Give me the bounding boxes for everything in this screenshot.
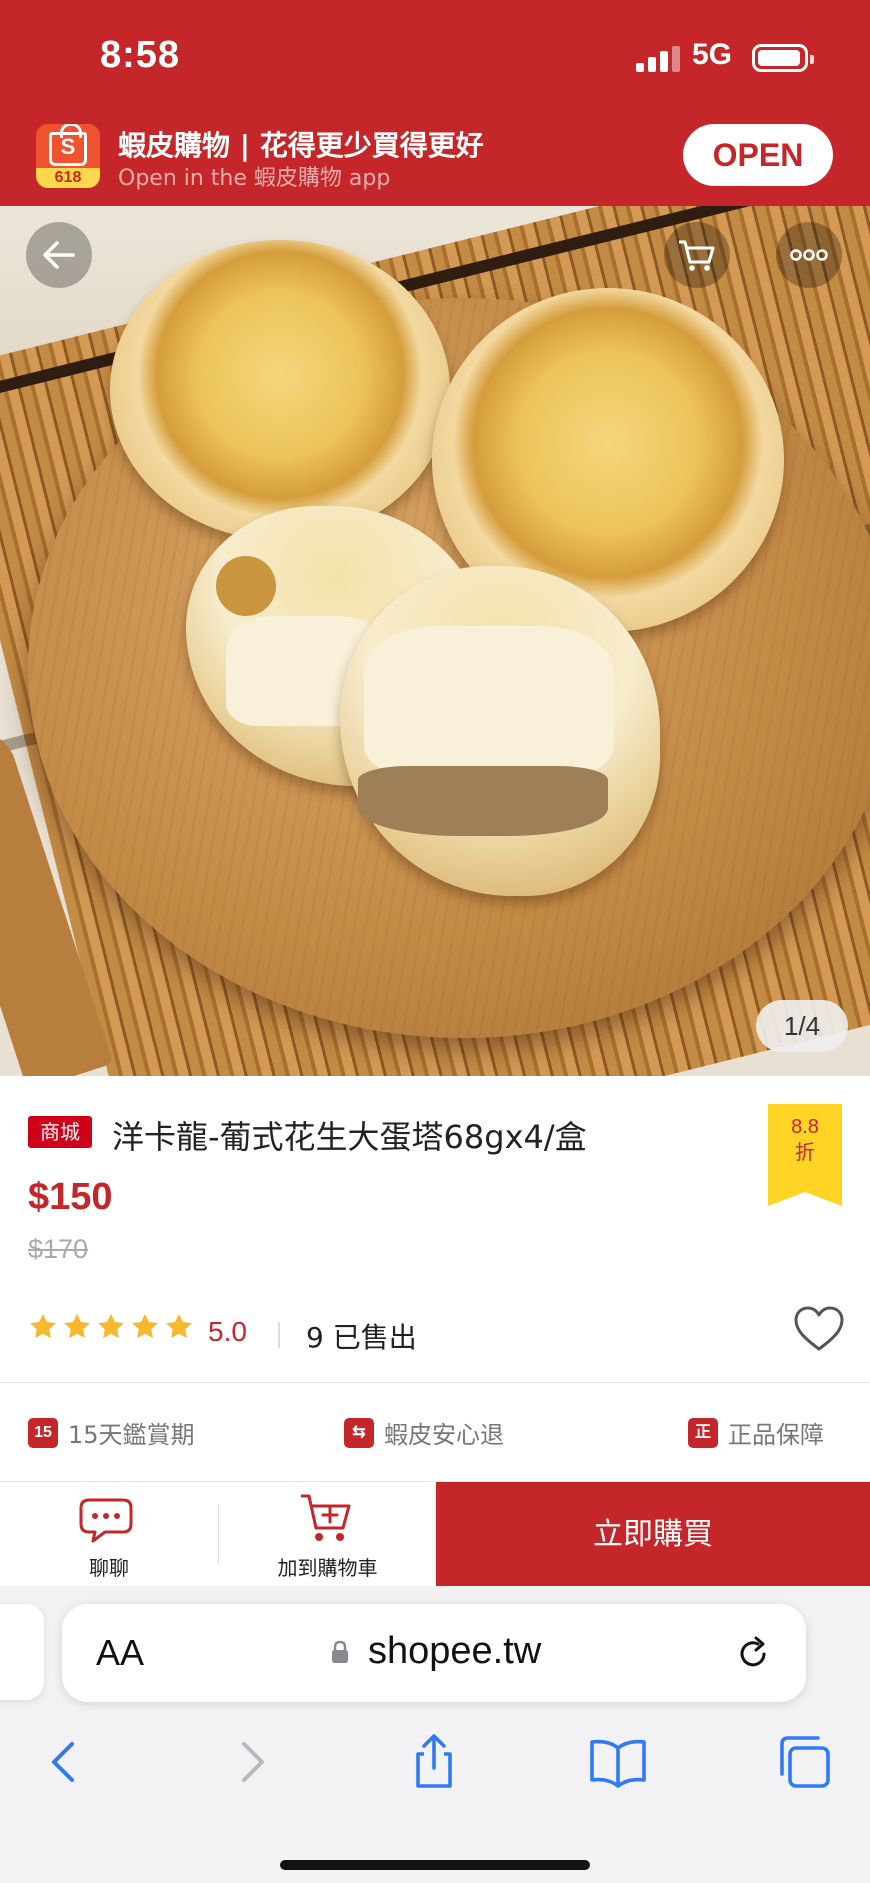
aa-label: AA	[96, 1632, 145, 1673]
browser-toolbar: AA shopee.tw	[0, 1586, 870, 1883]
app-banner-area: 8:58 5G S 618 蝦皮購物 | 花得更少買得更好 Open in th…	[0, 0, 870, 206]
add-cart-label: 加到購物車	[277, 1556, 378, 1580]
product-image-gallery[interactable]: 1/4	[0, 206, 870, 1076]
share-icon[interactable]	[402, 1730, 466, 1794]
return-truck-icon: ⇆	[344, 1417, 374, 1448]
forward-nav-icon[interactable]	[220, 1730, 284, 1794]
logo-letter: S	[60, 134, 76, 159]
more-dots-icon	[790, 249, 828, 261]
cart-icon	[679, 240, 715, 271]
product-title: 洋卡龍-葡式花生大蛋塔68gx4/盒	[112, 1118, 587, 1156]
sold-count: 9 已售出	[306, 1321, 417, 1354]
star-icon	[132, 1313, 158, 1339]
logo-badge: 618	[36, 168, 100, 188]
guarantee-return-period[interactable]: 15 15天鑑賞期	[28, 1415, 195, 1450]
arrow-left-icon	[43, 241, 75, 269]
star-icon	[166, 1313, 192, 1339]
star-icon	[98, 1313, 124, 1339]
url-text: shopee.tw	[368, 1630, 542, 1672]
action-bar: 聊聊 加到購物車 立即購買	[0, 1481, 870, 1587]
guarantee-label: 15天鑑賞期	[68, 1421, 195, 1449]
bookmarks-icon[interactable]	[586, 1730, 650, 1794]
guarantee-label: 蝦皮安心退	[384, 1421, 504, 1449]
tabs-icon[interactable]	[772, 1730, 836, 1794]
reload-icon[interactable]	[734, 1634, 774, 1674]
guarantee-safe-return[interactable]: ⇆ 蝦皮安心退	[344, 1415, 504, 1450]
favorite-button[interactable]	[792, 1304, 846, 1354]
address-bar[interactable]: AA shopee.tw	[62, 1604, 806, 1702]
guarantee-row[interactable]: 15 15天鑑賞期 ⇆ 蝦皮安心退 正 正品保障	[0, 1383, 870, 1481]
authentic-icon: 正	[688, 1417, 718, 1448]
original-price: $170	[28, 1234, 89, 1264]
chat-button[interactable]: 聊聊	[0, 1482, 218, 1587]
fifteen-day-icon: 15	[28, 1417, 58, 1448]
discount-unit: 折	[795, 1142, 815, 1164]
image-counter: 1/4	[756, 1000, 848, 1052]
egg-tart-whole	[110, 240, 450, 540]
reader-settings-button[interactable]: AA	[96, 1632, 144, 1674]
more-button[interactable]	[776, 222, 842, 288]
status-time: 8:58	[100, 34, 181, 76]
discount-badge: 8.8 折	[768, 1104, 842, 1206]
previous-tab[interactable]	[0, 1604, 44, 1700]
battery-icon	[752, 44, 814, 72]
add-cart-icon	[301, 1494, 351, 1541]
open-app-button[interactable]: OPEN	[683, 124, 833, 186]
chat-icon	[79, 1498, 133, 1543]
banner-subtitle: Open in the 蝦皮購物 app	[118, 166, 391, 191]
rating-value: 5.0	[208, 1316, 247, 1347]
heart-icon	[794, 1306, 844, 1351]
star-rating	[28, 1312, 194, 1348]
current-price: $150	[28, 1176, 113, 1218]
add-to-cart-button[interactable]: 加到購物車	[219, 1482, 436, 1587]
discount-value: 8.8	[791, 1116, 819, 1138]
star-icon	[30, 1313, 56, 1339]
product-info: 商城 洋卡龍-葡式花生大蛋塔68gx4/盒 8.8 折 $150 $170 5.…	[0, 1076, 870, 1382]
buy-now-button[interactable]: 立即購買	[436, 1482, 870, 1587]
cart-button[interactable]	[664, 222, 730, 288]
back-nav-icon[interactable]	[32, 1730, 96, 1794]
shopee-logo: S 618	[36, 124, 100, 188]
network-label: 5G	[692, 38, 733, 71]
back-button[interactable]	[26, 222, 92, 288]
home-indicator	[280, 1860, 590, 1870]
browser-nav	[0, 1716, 870, 1816]
star-icon	[64, 1313, 90, 1339]
guarantee-authentic[interactable]: 正 正品保障	[688, 1415, 824, 1450]
lock-icon	[332, 1640, 348, 1663]
signal-icon	[636, 46, 680, 72]
guarantee-label: 正品保障	[728, 1421, 824, 1449]
banner-title: 蝦皮購物 | 花得更少買得更好	[118, 129, 484, 162]
mall-badge: 商城	[28, 1116, 92, 1148]
chat-label: 聊聊	[89, 1556, 129, 1580]
